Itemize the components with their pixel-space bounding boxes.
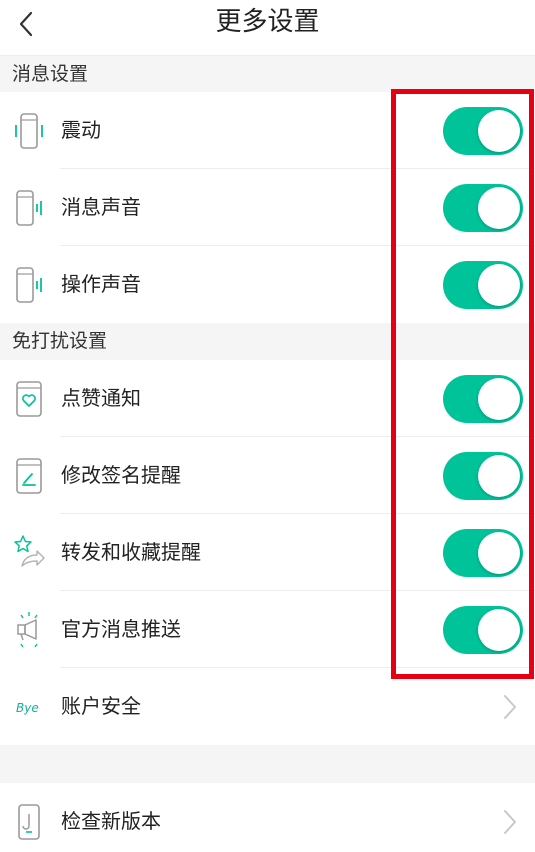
toggle-knob: [478, 187, 520, 229]
check-version-label: 检查新版本: [61, 809, 161, 833]
row-official-push: 官方消息推送: [0, 591, 535, 668]
toggle-knob: [478, 378, 520, 420]
nav-bar: 更多设置: [0, 0, 535, 56]
like-notify-toggle[interactable]: [443, 375, 523, 423]
section-gap: [0, 745, 535, 783]
page-title: 更多设置: [215, 7, 320, 37]
row-like-notify: 点赞通知: [0, 360, 535, 437]
phone-edit-icon: [16, 458, 42, 494]
phone-sound-icon: [16, 267, 42, 303]
forward-remind-label: 转发和收藏提醒: [61, 540, 201, 564]
star-share-icon: [14, 535, 45, 567]
phone-sound-icon: [16, 190, 42, 226]
row-message-sound: 消息声音: [0, 169, 535, 246]
section-header-message: 消息设置: [0, 56, 535, 92]
phone-vibrate-icon: [15, 113, 43, 149]
message-sound-label: 消息声音: [61, 195, 141, 219]
forward-remind-toggle[interactable]: [443, 529, 523, 577]
toggle-knob: [478, 532, 520, 574]
settings-page: 更多设置 消息设置 震动 消息声音 操作声音 免打扰设置 点赞通知 修改签名提醒…: [0, 0, 535, 852]
message-sound-toggle[interactable]: [443, 184, 523, 232]
row-signature-remind: 修改签名提醒: [0, 437, 535, 514]
phone-hook-icon: [18, 804, 40, 840]
toggle-knob: [478, 455, 520, 497]
signature-remind-label: 修改签名提醒: [61, 463, 181, 487]
row-operation-sound: 操作声音: [0, 246, 535, 323]
bye-logo-text: Bye: [16, 701, 39, 715]
account-security-label: 账户安全: [61, 694, 141, 718]
chevron-right-icon: [504, 810, 516, 834]
operation-sound-toggle[interactable]: [443, 261, 523, 309]
vibrate-toggle[interactable]: [443, 107, 523, 155]
official-push-label: 官方消息推送: [61, 617, 181, 641]
toggle-knob: [478, 609, 520, 651]
row-account-security[interactable]: Bye 账户安全: [0, 668, 535, 745]
chevron-right-icon: [504, 695, 516, 719]
signature-remind-toggle[interactable]: [443, 452, 523, 500]
row-check-version[interactable]: 检查新版本: [0, 783, 535, 852]
operation-sound-label: 操作声音: [61, 272, 141, 296]
toggle-knob: [478, 110, 520, 152]
row-vibrate: 震动: [0, 92, 535, 169]
megaphone-icon: [17, 612, 38, 648]
bye-logo-icon: Bye: [16, 701, 39, 715]
section-header-dnd: 免打扰设置: [0, 323, 535, 360]
like-notify-label: 点赞通知: [61, 386, 141, 410]
phone-heart-icon: [16, 381, 42, 417]
toggle-knob: [478, 264, 520, 306]
vibrate-label: 震动: [61, 118, 101, 142]
official-push-toggle[interactable]: [443, 606, 523, 654]
row-forward-remind: 转发和收藏提醒: [0, 514, 535, 591]
